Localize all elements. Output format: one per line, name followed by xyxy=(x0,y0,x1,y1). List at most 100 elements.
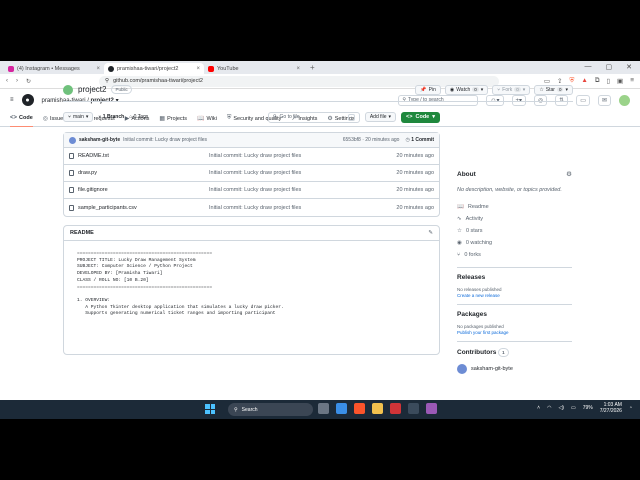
brave-icon[interactable] xyxy=(354,403,365,414)
gear-icon[interactable]: ⚙ xyxy=(566,170,572,178)
go-to-file-input[interactable]: ⚲ Go to file t xyxy=(267,111,360,123)
app-icon[interactable] xyxy=(408,403,419,414)
watch-button[interactable]: ◉ Watch 0 ▾ xyxy=(444,84,489,95)
taskbar-search[interactable]: ⚲ Search xyxy=(228,403,313,416)
pin-button[interactable]: 📌 Pin xyxy=(415,84,441,95)
file-commit-message[interactable]: Initial commit: Lucky draw project files xyxy=(209,170,369,176)
app-icon[interactable] xyxy=(426,403,437,414)
notification-bell-icon[interactable]: ◔ xyxy=(629,405,632,411)
divider xyxy=(457,267,572,268)
create-release-link[interactable]: Create a new release xyxy=(457,293,572,298)
menu-icon[interactable]: ≡ xyxy=(630,77,634,85)
owner-avatar[interactable] xyxy=(63,84,73,95)
edit-pencil-icon[interactable]: ✎ xyxy=(428,230,433,236)
contributors-heading[interactable]: Contributors 1 xyxy=(457,348,572,357)
publish-package-link[interactable]: Publish your first package xyxy=(457,330,572,335)
sidebar-item-forks[interactable]: ⑂ 0 forks xyxy=(457,249,572,261)
windows-taskbar: ⚲ Search ˄ ◠ ◁) ▭ 79% 1:03 AM 7/27/2026 … xyxy=(0,400,640,419)
maximize-icon[interactable]: ▢ xyxy=(606,63,613,71)
contributor[interactable]: saksham-git-byte xyxy=(457,364,572,374)
app-icon[interactable] xyxy=(390,403,401,414)
star-icon: ☆ xyxy=(539,86,544,93)
tab-instagram[interactable]: (4) Instagram • Messages × xyxy=(4,63,104,74)
readme-content: ========================================… xyxy=(77,251,284,317)
file-name[interactable]: sample_participants.csv xyxy=(78,205,137,211)
divider xyxy=(457,304,572,305)
fork-button[interactable]: ⑂ Fork 0 ▾ xyxy=(492,84,531,95)
tab-youtube[interactable]: YouTube × xyxy=(204,63,304,74)
code-button[interactable]: <> Code ▾ xyxy=(401,111,440,123)
file-date: 20 minutes ago xyxy=(396,170,434,176)
table-row[interactable]: draw.py Initial commit: Lucky draw proje… xyxy=(64,165,439,182)
repo-actions: 📌 Pin ◉ Watch 0 ▾ ⑂ Fork 0 ▾ ☆ Star 0 ▾ xyxy=(415,84,573,95)
branch-select[interactable]: ⑂ main ▾ xyxy=(63,112,94,122)
new-tab-button[interactable]: + xyxy=(304,63,321,74)
commit-count[interactable]: ◷ 1 Commit xyxy=(405,137,434,143)
main-column: ⑂ main ▾ ⑂ 1 Branch ⌂ 0 Tags ⚲ Go to file … xyxy=(63,110,440,355)
battery-icon[interactable]: ▭ xyxy=(571,405,576,411)
extensions-icon[interactable]: ⧉ xyxy=(595,77,600,85)
table-row[interactable]: sample_participants.csv Initial commit: … xyxy=(64,199,439,216)
file-commit-message[interactable]: Initial commit: Lucky draw project files xyxy=(209,187,369,193)
sidebar-item-activity[interactable]: ∿ Activity xyxy=(457,213,572,225)
sidebar-item-watching[interactable]: ◉ 0 watching xyxy=(457,237,572,249)
notifications-icon[interactable]: ▭ xyxy=(576,94,590,106)
close-tab-icon[interactable]: × xyxy=(296,66,300,72)
tab-code[interactable]: <> Code xyxy=(10,111,33,127)
commit-hash[interactable]: 6553bf8 · 20 minutes ago xyxy=(343,137,400,143)
releases-heading[interactable]: Releases xyxy=(457,274,572,281)
table-row[interactable]: file.gitignore Initial commit: Lucky dra… xyxy=(64,182,439,199)
file-icon xyxy=(69,153,74,159)
rewards-icon[interactable]: ▲ xyxy=(581,77,587,85)
readme-title[interactable]: README xyxy=(70,230,94,236)
task-view-icon[interactable] xyxy=(318,403,329,414)
issues-icon: ◎ xyxy=(42,116,49,122)
star-button[interactable]: ☆ Star 0 ▾ xyxy=(534,84,573,95)
chevron-up-icon[interactable]: ˄ xyxy=(537,405,540,411)
hamburger-icon[interactable]: ≡ xyxy=(10,97,14,103)
chevron-down-icon: ▾ xyxy=(522,86,526,93)
inbox-icon[interactable]: ✉ xyxy=(597,94,611,106)
copilot-icon[interactable] xyxy=(336,403,347,414)
chevron-down-icon: ▾ xyxy=(388,114,392,120)
file-commit-message[interactable]: Initial commit: Lucky draw project files xyxy=(209,153,369,159)
author-avatar[interactable] xyxy=(69,136,76,144)
packages-heading[interactable]: Packages xyxy=(457,311,572,318)
commit-message[interactable]: Initial commit: Lucky draw project files xyxy=(123,137,207,143)
add-file-button[interactable]: Add file ▾ xyxy=(364,112,397,122)
file-name[interactable]: draw.py xyxy=(78,170,97,176)
close-tab-icon[interactable]: × xyxy=(196,66,200,72)
volume-icon[interactable]: ◁) xyxy=(558,405,564,411)
sidebar-item-stars[interactable]: ☆ 0 stars xyxy=(457,225,572,237)
file-name[interactable]: README.txt xyxy=(78,153,109,159)
sidebar-item-readme[interactable]: 📖 Readme xyxy=(457,201,572,213)
table-row[interactable]: README.txt Initial commit: Lucky draw pr… xyxy=(64,148,439,165)
tab-github[interactable]: pramishaa-tiwari/project2 × xyxy=(104,63,204,74)
windows-start-icon[interactable] xyxy=(205,404,215,414)
repo-name[interactable]: project2 xyxy=(78,85,106,94)
wallet-icon[interactable]: ▣ xyxy=(617,77,623,85)
file-explorer-icon[interactable] xyxy=(372,403,383,414)
reload-icon[interactable]: ↻ xyxy=(26,78,31,85)
fork-count: 0 xyxy=(514,87,521,92)
file-name[interactable]: file.gitignore xyxy=(78,187,108,193)
tags-link[interactable]: ⌂ 0 Tags xyxy=(129,114,148,120)
back-icon[interactable]: ‹ xyxy=(6,78,8,84)
branch-icon: ⑂ xyxy=(68,114,72,120)
avatar[interactable] xyxy=(619,94,630,106)
close-window-icon[interactable]: ✕ xyxy=(626,63,632,71)
forward-icon[interactable]: › xyxy=(16,78,18,84)
branches-link[interactable]: ⑂ 1 Branch xyxy=(98,114,124,120)
clock[interactable]: 1:03 AM 7/27/2026 xyxy=(600,402,622,414)
divider xyxy=(457,341,572,342)
avatar xyxy=(457,364,467,374)
file-commit-message[interactable]: Initial commit: Lucky draw project files xyxy=(209,205,369,211)
sidebar-icon[interactable]: ▯ xyxy=(606,77,610,85)
github-logo-icon[interactable]: ● xyxy=(21,94,34,106)
about-heading: About ⚙ xyxy=(457,170,572,179)
minimize-icon[interactable]: — xyxy=(585,63,592,71)
close-tab-icon[interactable]: × xyxy=(96,66,100,72)
commit-author[interactable]: saksham-git-byte xyxy=(79,137,120,143)
search-icon: ⚲ xyxy=(272,114,277,120)
wifi-icon[interactable]: ◠ xyxy=(547,405,551,411)
